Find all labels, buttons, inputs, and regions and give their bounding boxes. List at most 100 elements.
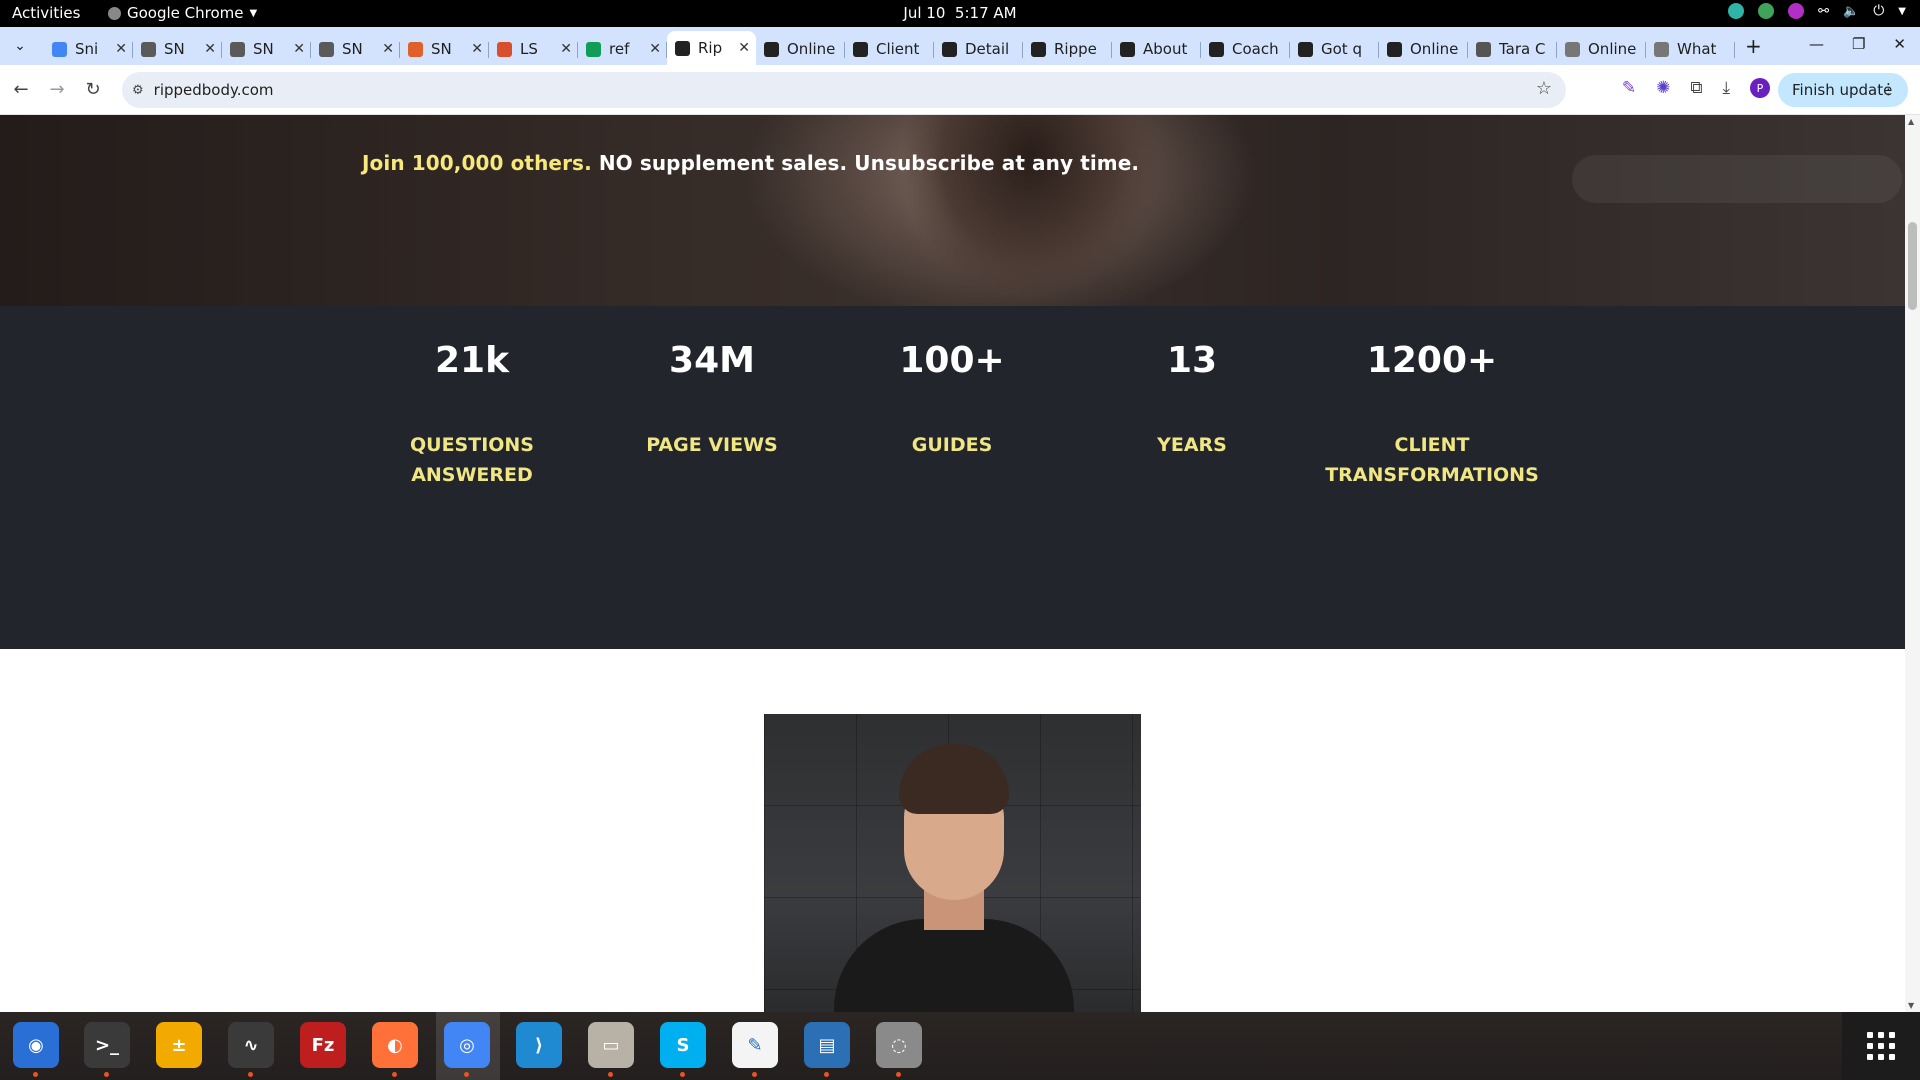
close-tab-icon[interactable]: ✕ <box>649 41 661 57</box>
stats-section: 21k QUESTIONS ANSWERED 34M PAGE VIEWS 100+ GU… <box>0 306 1905 649</box>
browser-tab[interactable]: SN ✕ <box>133 33 222 65</box>
clock: Jul 10 5:17 AM <box>0 4 1920 22</box>
back-button[interactable]: ← <box>6 75 36 105</box>
files-icon[interactable]: ▭ <box>588 1022 634 1077</box>
browser-tab[interactable]: Client <box>845 33 934 65</box>
skype-icon[interactable]: S <box>660 1022 706 1077</box>
snp-icon <box>319 41 334 57</box>
close-tab-icon[interactable]: ✕ <box>293 41 305 57</box>
browser-tab[interactable]: ref ✕ <box>578 33 667 65</box>
scrollbar-thumb[interactable] <box>1908 222 1917 310</box>
snowflake-extension-icon[interactable]: ✺ <box>1656 78 1670 98</box>
apps-grid-icon <box>1867 1032 1895 1060</box>
chrome-icon[interactable]: ◎ <box>444 1022 490 1077</box>
scroll-up-icon[interactable]: ▲ <box>1908 117 1914 126</box>
show-apps-button[interactable] <box>1842 1012 1920 1080</box>
browser-tab[interactable]: Got q <box>1290 33 1379 65</box>
browser-tab[interactable]: Rip ✕ <box>667 31 756 65</box>
disks-icon[interactable]: ◌ <box>876 1022 922 1077</box>
puzzle-extensions-icon[interactable]: ⧉ <box>1690 78 1702 98</box>
system-monitor-icon[interactable]: ∿ <box>228 1022 274 1077</box>
power-icon[interactable]: ⏻ <box>1873 3 1884 19</box>
tab-strip: ⌄ Sni ✕ SN ✕ SN ✕ SN ✕ SN ✕ LS ✕ ref ✕ Rip ✕ Online Clien… <box>0 27 1920 65</box>
browser-tab[interactable]: Rippe <box>1023 33 1112 65</box>
scroll-down-icon[interactable]: ▼ <box>1908 1001 1914 1010</box>
close-tab-icon[interactable]: ✕ <box>738 40 750 56</box>
close-tab-icon[interactable]: ✕ <box>471 41 483 57</box>
site-info-icon[interactable]: ⚙ <box>132 83 144 98</box>
page-viewport: Join 100,000 others. NO supplement sales… <box>0 115 1905 1012</box>
filezilla-icon[interactable]: Fz <box>300 1022 346 1068</box>
rippedbody-icon <box>1209 41 1224 57</box>
browser-tab[interactable]: Online <box>1557 33 1646 65</box>
running-indicator <box>608 1072 613 1077</box>
rippedbody-icon <box>675 40 690 56</box>
terminal-icon[interactable]: >_ <box>84 1022 130 1077</box>
tab-title: SN <box>253 40 274 58</box>
tray-app-icon[interactable] <box>1728 3 1745 19</box>
app-menu[interactable]: Google Chrome ▼ <box>108 4 257 22</box>
close-tab-icon[interactable]: ✕ <box>382 41 394 57</box>
browser-tab[interactable]: SN ✕ <box>222 33 311 65</box>
browser-tab[interactable]: SN ✕ <box>311 33 400 65</box>
clock-time: 5:17 AM <box>954 4 1017 22</box>
network-icon[interactable]: ⚯ <box>1818 4 1829 19</box>
close-tab-icon[interactable]: ✕ <box>204 41 216 57</box>
pen-extension-icon[interactable]: ✎ <box>1622 78 1636 98</box>
vscode-icon[interactable]: ⟩ <box>516 1022 562 1068</box>
tab-title: Online <box>787 40 836 58</box>
activities-button[interactable]: Activities <box>12 4 80 22</box>
browser-tab[interactable]: Online <box>1379 33 1468 65</box>
tab-title: Detail <box>965 40 1010 58</box>
tray-app-icon[interactable] <box>1758 3 1775 19</box>
kebab-menu-icon[interactable]: ⋮ <box>1881 80 1896 98</box>
profile-avatar[interactable]: P <box>1750 78 1770 98</box>
reload-icon: ↻ <box>85 79 101 100</box>
stat-number: 21k <box>434 340 510 381</box>
snp-icon <box>141 41 156 57</box>
forward-button[interactable]: → <box>42 75 72 105</box>
browser-tab[interactable]: SN ✕ <box>400 33 489 65</box>
browser-tab[interactable]: Coach <box>1201 33 1290 65</box>
writer-icon[interactable]: ▤ <box>804 1022 850 1077</box>
page-scrollbar[interactable]: ▲ ▼ <box>1905 115 1920 1012</box>
chevron-down-icon: ⌄ <box>14 38 26 54</box>
calculator-icon[interactable]: ± <box>156 1022 202 1068</box>
tagline-text: NO supplement sales. Unsubscribe at any … <box>591 151 1140 175</box>
tab-title: ref <box>609 40 630 58</box>
download-icon[interactable]: ⤓ <box>1722 78 1730 98</box>
globe-icon <box>1476 41 1491 57</box>
volume-icon[interactable]: 🔈 <box>1843 4 1859 19</box>
tray-app-icon[interactable] <box>1788 3 1805 19</box>
close-tab-icon[interactable]: ✕ <box>560 41 572 57</box>
url-text[interactable]: rippedbody.com <box>154 81 274 99</box>
close-tab-icon[interactable]: ✕ <box>115 41 127 57</box>
browser-tab[interactable]: About <box>1112 33 1201 65</box>
chevron-down-icon[interactable]: ▼ <box>1898 6 1906 17</box>
browser-tab[interactable]: What <box>1646 33 1735 65</box>
tab-title: LS <box>520 40 538 58</box>
minimize-icon[interactable]: — <box>1809 35 1824 53</box>
close-icon[interactable]: ✕ <box>1893 35 1906 53</box>
firefox-icon[interactable]: ◐ <box>372 1022 418 1077</box>
arrow-right-icon: → <box>49 79 65 100</box>
taskbar-dock: ◉ >_ ± ∿ Fz ◐ ◎ ⟩ ▭ S ✎ ▤ ◌ <box>0 1012 1920 1080</box>
thunderbird-icon[interactable]: ◉ <box>13 1022 59 1077</box>
address-bar[interactable]: ⚙ rippedbody.com ☆ <box>122 72 1566 108</box>
clock-button[interactable]: Jul 10 5:17 AM <box>903 4 1016 22</box>
browser-tab[interactable]: Online <box>756 33 845 65</box>
browser-tab[interactable]: Sni ✕ <box>44 33 133 65</box>
rippedbody-icon <box>942 41 957 57</box>
new-tab-button[interactable]: + <box>1745 34 1762 58</box>
reload-button[interactable]: ↻ <box>78 75 108 105</box>
bookmark-star-icon[interactable]: ☆ <box>1536 78 1552 99</box>
tab-search-button[interactable]: ⌄ <box>8 34 32 58</box>
browser-tab[interactable]: LS ✕ <box>489 33 578 65</box>
browser-tab[interactable]: Tara C <box>1468 33 1557 65</box>
finish-update-button[interactable]: Finish update ⋮ <box>1778 73 1908 107</box>
browser-tab[interactable]: Detail <box>934 33 1023 65</box>
text-editor-icon[interactable]: ✎ <box>732 1022 778 1077</box>
tab-title: Rip <box>698 39 723 57</box>
restore-icon[interactable]: ❐ <box>1852 35 1865 53</box>
tab-title: Coach <box>1232 40 1279 58</box>
